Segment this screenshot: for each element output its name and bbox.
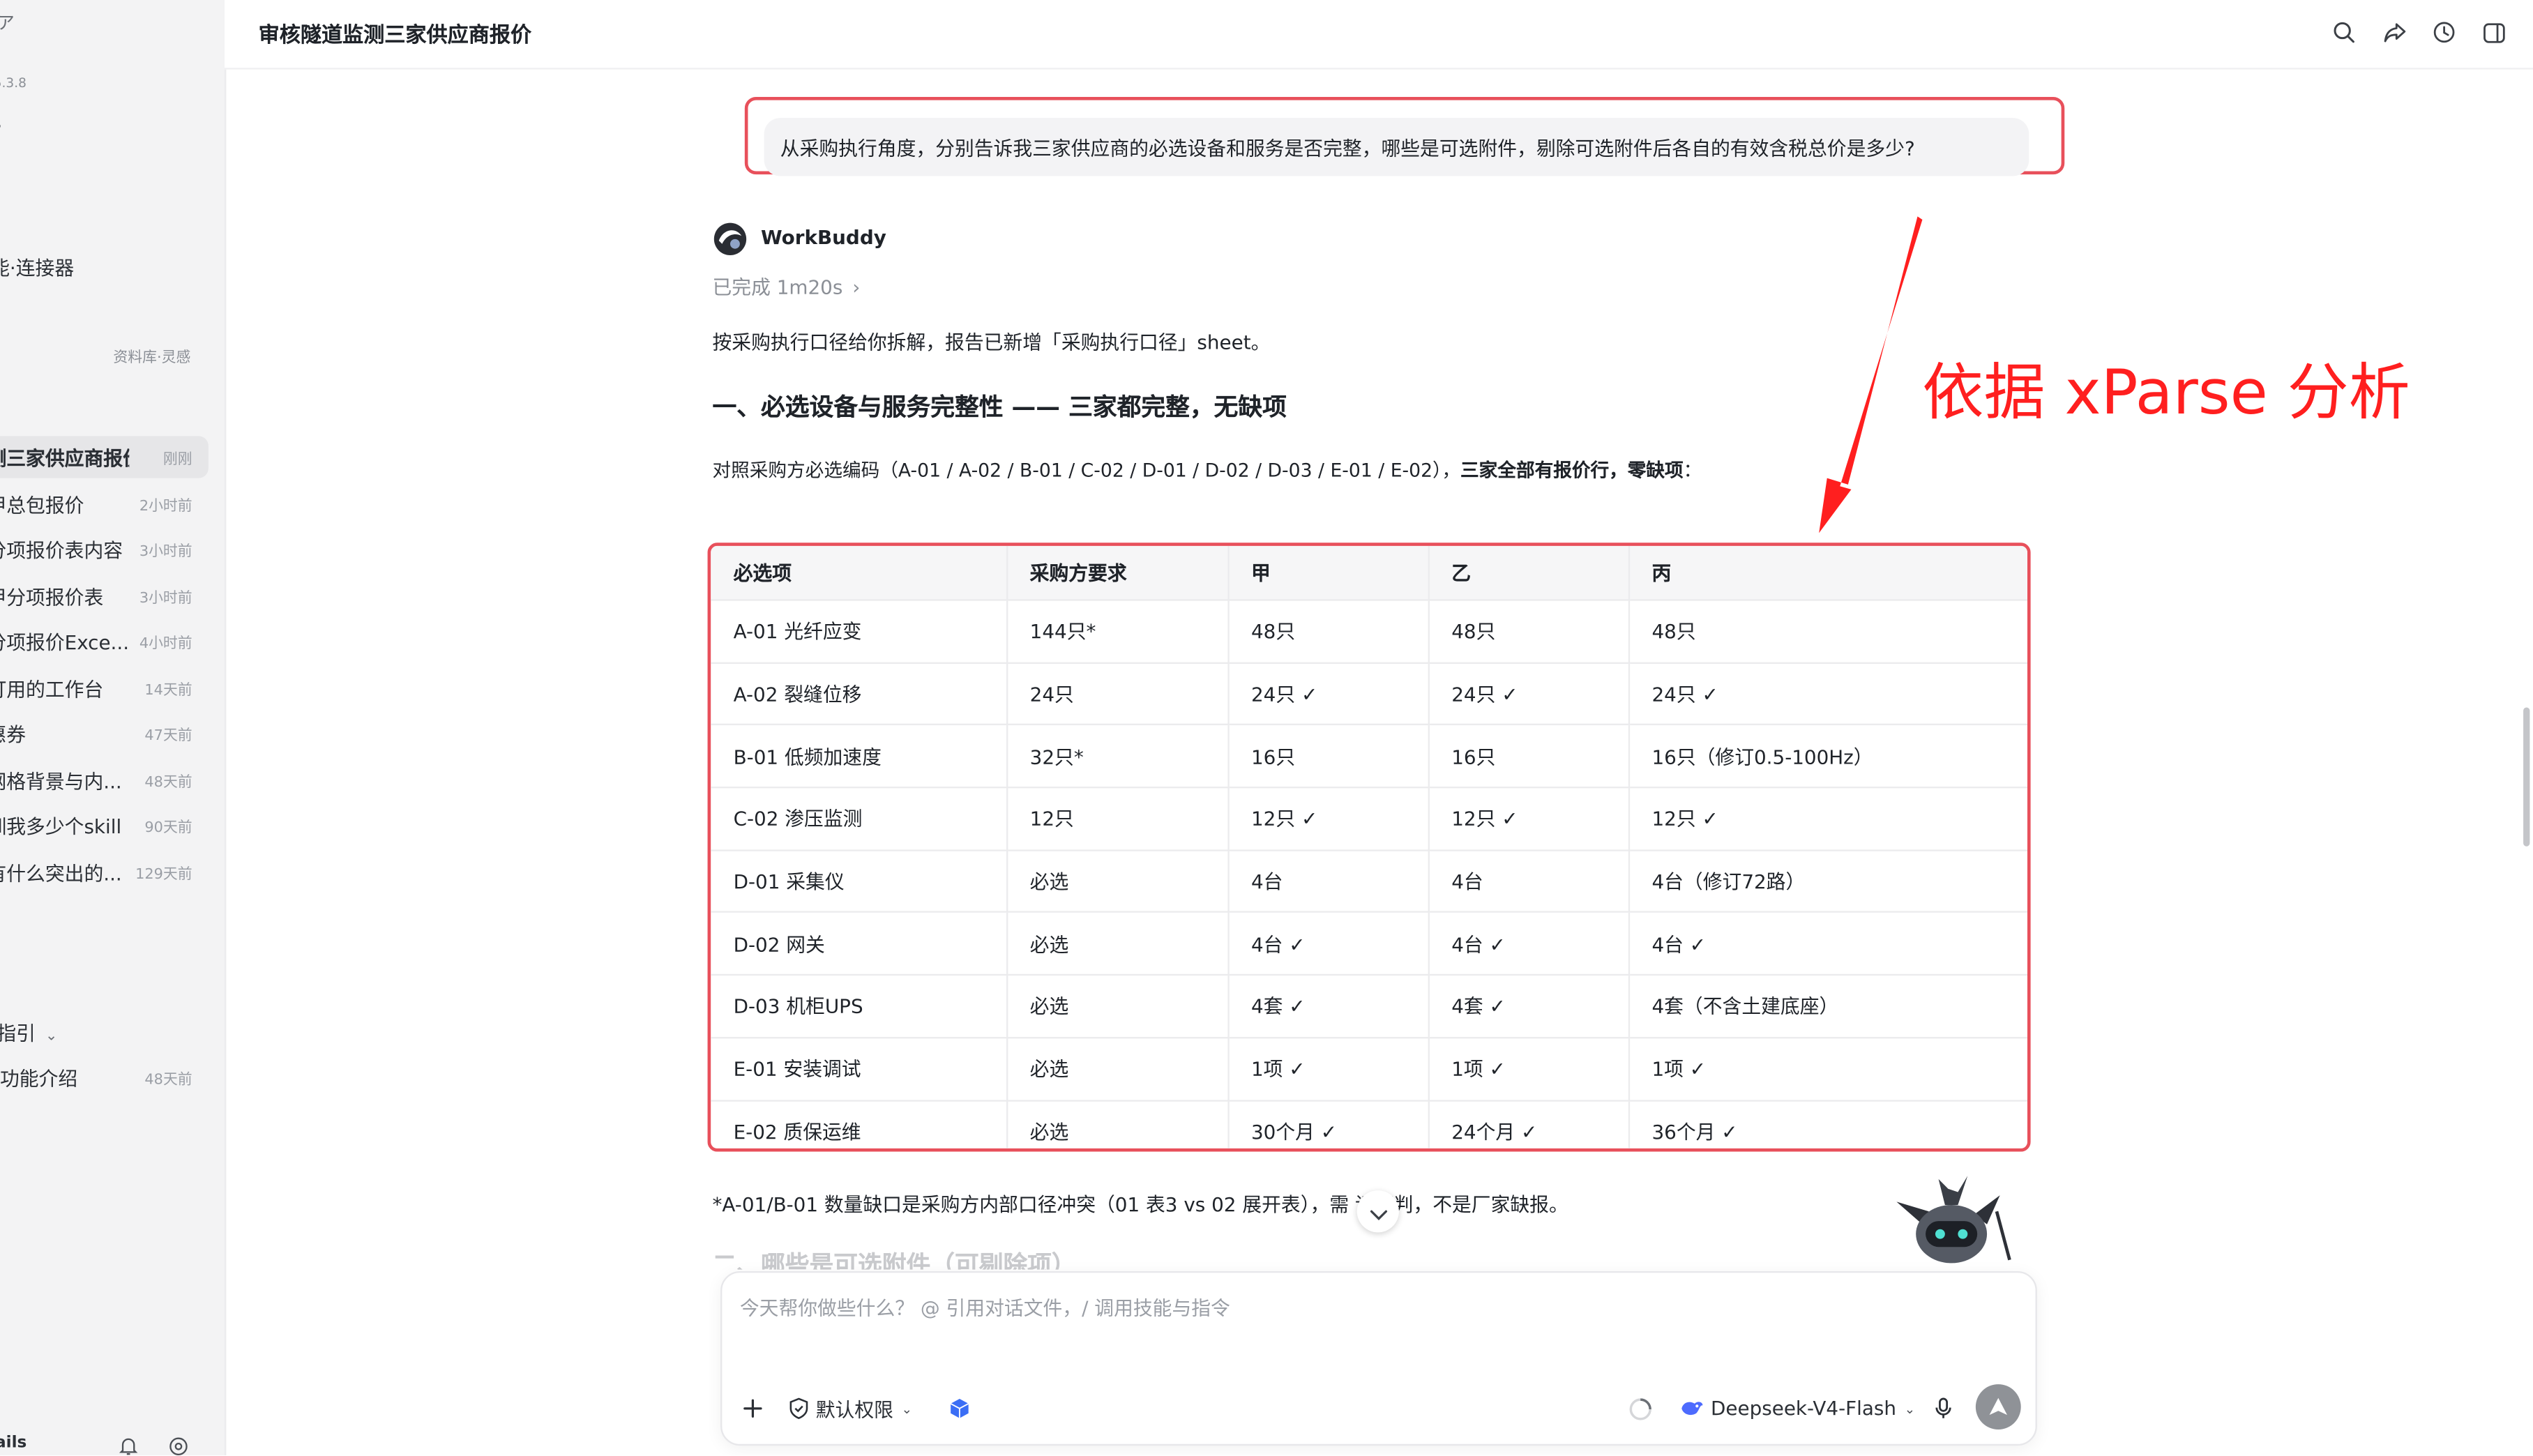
permission-label: 默认权限 [815, 1397, 893, 1421]
cube-icon[interactable] [948, 1389, 971, 1428]
annotation-arrow-icon [1819, 216, 1923, 533]
app-window: ア 5.3.8 · 能·连接器 资料库·灵感 测三家供应商报价 刚刚 甲总包报价… [0, 0, 2533, 1456]
shield-check-icon [788, 1397, 809, 1420]
chat-input-box[interactable]: 今天帮你做些什么？ @ 引用对话文件，/ 调用技能与指令 默认权限 ⌄ Deep… [720, 1271, 2037, 1446]
scrollbar-thumb[interactable] [2523, 707, 2530, 847]
chevron-down-icon: ⌄ [1904, 1401, 1916, 1416]
plus-icon[interactable] [741, 1389, 764, 1428]
chevron-down-icon: ⌄ [901, 1401, 913, 1416]
annotation-label: 依据 xParse 分析 [1922, 356, 2410, 428]
chat-input-placeholder[interactable]: 今天帮你做些什么？ @ 引用对话文件，/ 调用技能与指令 [740, 1294, 1230, 1321]
permission-dropdown[interactable]: 默认权限 ⌄ [788, 1389, 912, 1428]
model-selector[interactable]: Deepseek-V4-Flash ⌄ [1680, 1389, 1915, 1428]
loading-spinner-icon [1628, 1389, 1653, 1428]
microphone-icon[interactable] [1934, 1389, 1953, 1428]
send-button[interactable] [1975, 1384, 2021, 1430]
input-toolbar: 默认权限 ⌄ Deepseek-V4-Flash ⌄ [722, 1384, 2035, 1430]
send-arrow-icon [1987, 1395, 2009, 1418]
model-logo-icon [1680, 1399, 1704, 1418]
model-label: Deepseek-V4-Flash [1710, 1397, 1897, 1420]
